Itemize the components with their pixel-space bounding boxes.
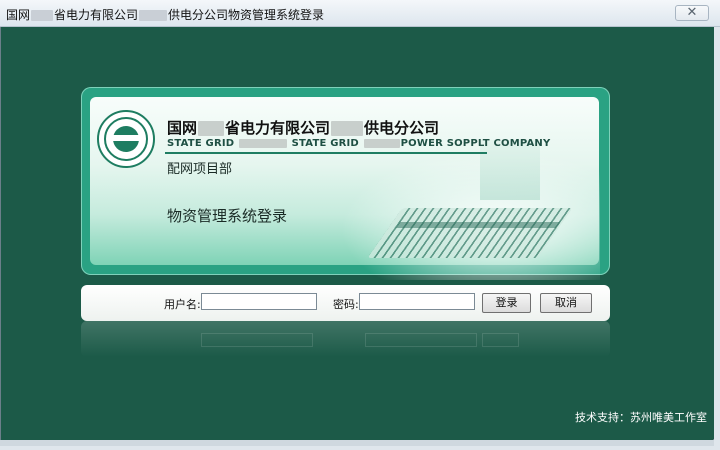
username-input[interactable] [201, 293, 317, 310]
keyboard-graphic [367, 208, 573, 258]
keyboard-shadow [395, 222, 561, 228]
close-icon: ✕ [686, 5, 698, 20]
logo-band [108, 135, 144, 141]
close-button[interactable]: ✕ [675, 5, 709, 21]
redacted-region [331, 121, 364, 136]
window-bottom-border [0, 440, 714, 446]
reflection-field [201, 333, 313, 347]
login-button[interactable]: 登录 [482, 293, 531, 313]
redacted-region [198, 121, 225, 136]
password-label: 密码: [333, 298, 359, 311]
reflection-field [365, 333, 477, 347]
monitor-graphic [480, 140, 540, 200]
company-name-cn: 国网 省电力有限公司 供电分公司 [167, 119, 440, 137]
login-bar-reflection [81, 321, 610, 357]
department-label: 配网项目部 [167, 162, 233, 177]
tech-support-text: 技术支持：苏州唯美工作室 [575, 411, 707, 424]
redacted-region [238, 138, 287, 148]
redacted-region [363, 138, 400, 148]
username-label: 用户名: [164, 298, 201, 311]
redacted-region [31, 10, 54, 21]
redacted-region [139, 10, 168, 21]
password-input[interactable] [359, 293, 475, 310]
system-title: 物资管理系统登录 [167, 207, 288, 225]
reflection-button [482, 333, 519, 347]
company-name-en: STATE GRID STATE GRID POWER SOPPLT COMPA… [167, 138, 551, 149]
window-title: 国网 省电力有限公司 供电分公司物资管理系统登录 [6, 8, 325, 22]
title-bar[interactable]: 国网 省电力有限公司 供电分公司物资管理系统登录 ✕ [0, 0, 720, 27]
title-underline [165, 152, 487, 154]
cancel-button[interactable]: 取消 [540, 293, 592, 313]
